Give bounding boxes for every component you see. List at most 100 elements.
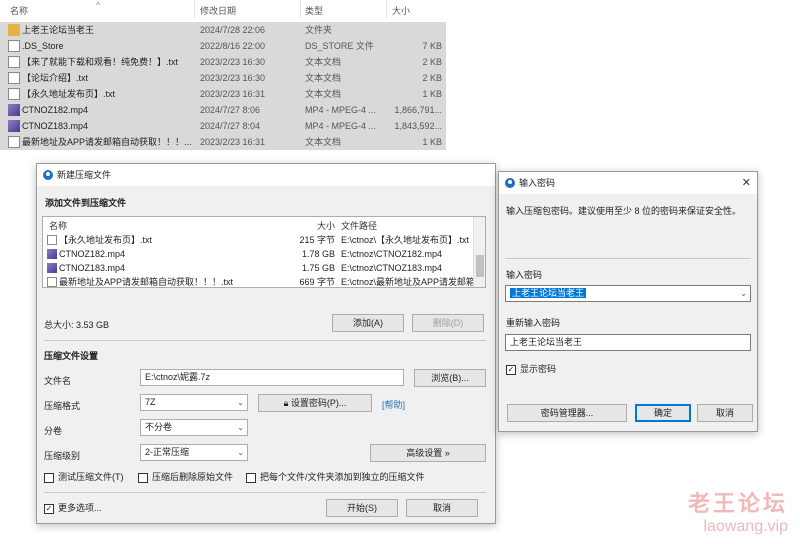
- file-row[interactable]: CTNOZ182.mp4 2024/7/27 8:06 MP4 - MPEG-4 .…: [0, 102, 446, 118]
- split-value: 不分卷: [145, 422, 173, 432]
- archive-file-path: E:\ctnoz\CTNOZ182.mp4: [341, 249, 443, 259]
- settings-heading: 压缩文件设置: [44, 351, 99, 361]
- file-row[interactable]: 上老王论坛当老王 2024/7/28 22:06 文件夹: [0, 22, 446, 38]
- explorer-column-header: 名称 ^ 修改日期 类型 大小: [0, 0, 446, 18]
- file-type: MP4 - MPEG-4 ...: [305, 121, 377, 131]
- checkbox-box[interactable]: [246, 473, 256, 483]
- set-password-button[interactable]: 🔒︎ 设置密码(P)...: [258, 394, 372, 412]
- ok-button[interactable]: 确定: [635, 404, 691, 422]
- checkbox-box[interactable]: [44, 473, 54, 483]
- reenter-password-field[interactable]: 上老王论坛当老王: [505, 334, 751, 351]
- watermark-title: 老王论坛: [687, 491, 788, 516]
- file-type: 文件夹: [305, 25, 333, 35]
- file-date: 2023/2/23 16:30: [200, 57, 266, 67]
- file-row[interactable]: 【论坛介绍】.txt 2023/2/23 16:30 文本文档 2 KB: [0, 70, 446, 86]
- password-dialog-title: 输入密码: [519, 178, 556, 188]
- header-name[interactable]: 名称: [49, 219, 67, 233]
- archive-file-size: 1.75 GB: [301, 263, 335, 273]
- header-path[interactable]: 文件路径: [341, 219, 473, 233]
- divider: [505, 258, 751, 259]
- file-date: 2024/7/27 8:06: [200, 105, 261, 115]
- file-date: 2023/2/23 16:31: [200, 89, 266, 99]
- file-date: 2024/7/27 8:04: [200, 121, 261, 131]
- help-link[interactable]: [帮助]: [382, 398, 405, 411]
- file-explorer-list: 名称 ^ 修改日期 类型 大小 上老王论坛当老王 2024/7/28 22:06 文…: [0, 0, 446, 152]
- checkbox-box[interactable]: ✓: [506, 365, 516, 375]
- enter-password-value: 上老王论坛当老王: [510, 288, 587, 298]
- close-icon[interactable]: ✕: [742, 172, 751, 194]
- file-row[interactable]: 【永久地址发布页】.txt 2023/2/23 16:31 文本文档 1 KB: [0, 86, 446, 102]
- file-type: 文本文档: [305, 137, 342, 147]
- file-date: 2023/2/23 16:31: [200, 137, 266, 147]
- checkbox-box[interactable]: ✓: [44, 504, 54, 514]
- file-size: 2 KB: [422, 73, 442, 83]
- video-icon: [8, 120, 20, 132]
- file-row[interactable]: CTNOZ183.mp4 2024/7/27 8:04 MP4 - MPEG-4 .…: [0, 118, 446, 134]
- archive-file-list[interactable]: 名称 大小 文件路径 【永久地址发布页】.txt 215 字节 E:\ctnoz\【…: [42, 216, 486, 288]
- archive-file-path: E:\ctnoz\【永久地址发布页】.txt: [341, 235, 470, 245]
- archive-file-name: CTNOZ183.mp4: [59, 263, 126, 273]
- level-select[interactable]: 2-正常压缩 ⌄: [140, 444, 248, 461]
- split-select[interactable]: 不分卷 ⌄: [140, 419, 248, 436]
- archive-cancel-button[interactable]: 取消: [406, 499, 478, 517]
- total-size: 总大小: 3.53 GB: [44, 320, 110, 330]
- document-icon: [8, 72, 20, 84]
- start-button[interactable]: 开始(S): [326, 499, 398, 517]
- archive-file-name: 【永久地址发布页】.txt: [59, 235, 153, 245]
- header-size[interactable]: 大小: [283, 219, 335, 233]
- divider: [44, 492, 486, 493]
- watermark-url: laowang.vip: [703, 518, 789, 535]
- scrollbar-thumb[interactable]: [476, 255, 484, 277]
- filename-field[interactable]: E:\ctnoz\妮露.7z: [140, 369, 404, 386]
- document-icon: [8, 88, 20, 100]
- split-label: 分卷: [44, 426, 63, 436]
- checkbox-box[interactable]: [138, 473, 148, 483]
- chevron-down-icon[interactable]: ⌄: [740, 286, 747, 301]
- archive-file-row[interactable]: 最新地址及APP请发邮箱自动获取！！！.txt 669 字节 E:\ctnoz\最新…: [43, 275, 473, 287]
- file-size: 2 KB: [422, 57, 442, 67]
- reenter-password-label: 重新输入密码: [506, 318, 561, 328]
- test-archive-label: 测试压缩文件(T): [58, 472, 124, 482]
- format-label: 压缩格式: [44, 401, 81, 411]
- file-list-scrollbar[interactable]: [473, 217, 485, 287]
- archive-file-row[interactable]: 【永久地址发布页】.txt 215 字节 E:\ctnoz\【永久地址发布页】.tx…: [43, 233, 473, 247]
- column-size[interactable]: 大小: [392, 4, 410, 17]
- dialog-titlebar[interactable]: 新建压缩文件: [37, 164, 495, 186]
- file-row[interactable]: .DS_Store 2022/8/16 22:00 DS_STORE 文件 7 KB: [0, 38, 446, 54]
- column-type[interactable]: 类型: [305, 4, 323, 17]
- document-icon: [8, 56, 20, 68]
- column-date[interactable]: 修改日期: [200, 4, 236, 17]
- app-icon: [505, 178, 515, 188]
- video-icon: [8, 104, 20, 116]
- file-row[interactable]: 【来了就能下载和观看！纯免费！】.txt 2023/2/23 16:30 文本文档 2…: [0, 54, 446, 70]
- advanced-button[interactable]: 高级设置 »: [370, 444, 486, 462]
- delete-button[interactable]: 删除(D): [412, 314, 484, 332]
- enter-password-field[interactable]: 上老王论坛当老王 ⌄: [505, 285, 751, 302]
- format-select[interactable]: 7Z ⌄: [140, 394, 248, 411]
- browse-button[interactable]: 浏览(B)...: [414, 369, 486, 387]
- password-cancel-button[interactable]: 取消: [697, 404, 753, 422]
- password-manager-button[interactable]: 密码管理器...: [507, 404, 627, 422]
- filename-label: 文件名: [44, 376, 72, 386]
- file-row[interactable]: 最新地址及APP请发邮箱自动获取！！！... 2023/2/23 16:31 文本文…: [0, 134, 446, 150]
- file-name: .DS_Store: [22, 41, 64, 51]
- document-icon: [8, 40, 20, 52]
- archive-file-row[interactable]: CTNOZ182.mp4 1.78 GB E:\ctnoz\CTNOZ182.mp4: [43, 247, 473, 261]
- archive-file-size: 215 字节: [299, 235, 335, 245]
- password-titlebar[interactable]: 输入密码 ✕: [499, 172, 757, 194]
- folder-icon: [8, 24, 20, 36]
- file-name: 【论坛介绍】.txt: [22, 73, 89, 83]
- column-name[interactable]: 名称: [10, 4, 28, 17]
- document-icon: [8, 136, 20, 148]
- archive-file-name: 最新地址及APP请发邮箱自动获取！！！.txt: [59, 277, 234, 287]
- file-name: 最新地址及APP请发邮箱自动获取！！！...: [22, 137, 192, 147]
- add-button[interactable]: 添加(A): [332, 314, 404, 332]
- more-options-label: 更多选项...: [58, 503, 102, 513]
- file-date: 2022/8/16 22:00: [200, 41, 266, 51]
- file-type: 文本文档: [305, 89, 342, 99]
- file-size: 1,843,592...: [394, 121, 442, 131]
- archive-file-row[interactable]: CTNOZ183.mp4 1.75 GB E:\ctnoz\CTNOZ183.mp4: [43, 261, 473, 275]
- file-date: 2024/7/28 22:06: [200, 25, 266, 35]
- show-password-label: 显示密码: [520, 364, 557, 374]
- app-icon: [43, 170, 53, 180]
